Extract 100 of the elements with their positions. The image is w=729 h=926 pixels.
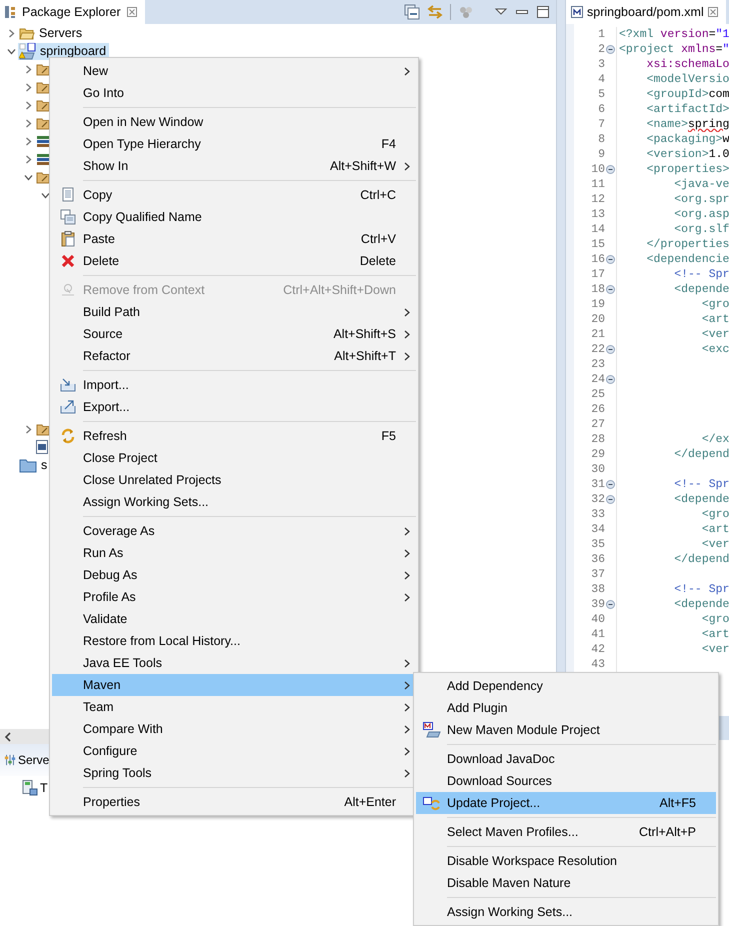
close-icon[interactable]	[708, 7, 718, 17]
chevron-right-icon[interactable]	[24, 154, 32, 164]
code-line: <org.spr	[616, 192, 729, 207]
line-number: 42	[590, 643, 605, 656]
line-number: 40	[590, 613, 605, 626]
menu-item[interactable]: Team	[52, 696, 416, 718]
menu-item[interactable]: Profile As	[52, 586, 416, 608]
dots-icon[interactable]	[458, 4, 474, 20]
chevron-right-icon[interactable]	[24, 82, 32, 92]
menu-item[interactable]: Compare With	[52, 718, 416, 740]
menu-item[interactable]: Source Alt+Shift+S	[52, 323, 416, 345]
menu-item[interactable]: Copy Qualified Name	[52, 206, 416, 228]
editor-tab[interactable]: springboard/pom.xml	[566, 0, 726, 24]
chevron-right-icon[interactable]	[24, 118, 32, 128]
fold-icon[interactable]	[606, 165, 615, 174]
file-icon	[36, 440, 48, 454]
close-icon[interactable]	[126, 7, 137, 17]
code-line: <!-- Spr	[616, 267, 729, 282]
collapse-all-icon[interactable]	[404, 4, 420, 20]
menu-item[interactable]: Show In Alt+Shift+W	[52, 155, 416, 177]
menu-item[interactable]: Spring Tools	[52, 762, 416, 784]
chevron-down-icon[interactable]	[40, 190, 50, 200]
menu-item[interactable]: Copy Ctrl+C	[52, 184, 416, 206]
menu-item[interactable]: Close Unrelated Projects	[52, 469, 416, 491]
shortcut-text: Ctrl+V	[360, 232, 397, 246]
menu-item[interactable]: Java EE Tools	[52, 652, 416, 674]
menu-item[interactable]: Export...	[52, 396, 416, 418]
chevron-right-icon[interactable]	[24, 64, 32, 74]
menu-item[interactable]: Build Path	[52, 301, 416, 323]
fold-icon[interactable]	[606, 285, 615, 294]
menu-item[interactable]: Validate	[52, 608, 416, 630]
menu-item[interactable]: Download JavaDoc	[416, 748, 716, 770]
import-icon	[60, 378, 76, 392]
maximize-icon[interactable]	[536, 5, 550, 19]
chevron-down-icon[interactable]	[24, 172, 32, 182]
tree-item[interactable]: Servers	[18, 24, 86, 42]
code-line: </depend	[616, 447, 729, 462]
menu-item[interactable]: Debug As	[52, 564, 416, 586]
tree-item[interactable]: s	[18, 456, 50, 474]
menu-item[interactable]: Update Project... Alt+F5	[416, 792, 716, 814]
code-line: <java-ve	[616, 177, 729, 192]
document-icon	[60, 187, 74, 203]
menu-item[interactable]: Coverage As	[52, 520, 416, 542]
menu-item[interactable]: Add Dependency	[416, 675, 716, 697]
menu-item[interactable]: Add Plugin	[416, 697, 716, 719]
menu-item[interactable]: Assign Working Sets...	[52, 491, 416, 513]
menu-item[interactable]: Refactor Alt+Shift+T	[52, 345, 416, 367]
code-line: <?xml version="1	[616, 27, 729, 42]
code-line: <ver	[616, 642, 729, 657]
fold-icon[interactable]	[606, 600, 615, 609]
line-number: 35	[590, 538, 605, 551]
line-number: 1	[597, 28, 605, 41]
chevron-right-icon[interactable]	[6, 28, 16, 38]
chevron-down-icon[interactable]	[6, 46, 16, 56]
tree-item[interactable]: T	[22, 780, 48, 796]
menu-item[interactable]: Go Into	[52, 82, 416, 104]
menu-item[interactable]: Download Sources	[416, 770, 716, 792]
line-number: 21	[590, 328, 605, 341]
menu-item[interactable]: Disable Workspace Resolution	[416, 850, 716, 872]
menu-item[interactable]: Run As	[52, 542, 416, 564]
tree-item[interactable]: springboard	[18, 42, 110, 60]
menu-item[interactable]: Configure	[52, 740, 416, 762]
menu-item[interactable]: Refresh F5	[52, 425, 416, 447]
menu-item[interactable]: Select Maven Profiles... Ctrl+Alt+P	[416, 821, 716, 843]
menu-item[interactable]: Paste Ctrl+V	[52, 228, 416, 250]
line-number: 30	[590, 463, 605, 476]
tree-item[interactable]	[35, 438, 51, 456]
fold-icon[interactable]	[606, 45, 615, 54]
fold-icon[interactable]	[606, 255, 615, 264]
menu-item[interactable]: Properties Alt+Enter	[52, 791, 416, 813]
fold-icon[interactable]	[606, 480, 615, 489]
line-number: 19	[590, 298, 605, 311]
view-tab[interactable]: Package Explorer	[0, 0, 145, 24]
fold-icon[interactable]	[606, 375, 615, 384]
fold-icon[interactable]	[606, 345, 615, 354]
menu-item[interactable]: Restore from Local History...	[52, 630, 416, 652]
menu-item[interactable]: Open in New Window	[52, 111, 416, 133]
menu-item[interactable]: Delete Delete	[52, 250, 416, 272]
code-line: <groupId>com	[616, 87, 729, 102]
menu-item[interactable]: Maven	[52, 674, 416, 696]
line-number: 8	[597, 133, 605, 146]
line-number: 26	[590, 403, 605, 416]
code-line: <name>spring	[616, 117, 729, 132]
chevron-right-icon[interactable]	[24, 100, 32, 110]
chevron-right-icon[interactable]	[24, 424, 32, 434]
menu-item[interactable]: Open Type Hierarchy F4	[52, 133, 416, 155]
chevron-right-icon[interactable]	[24, 136, 32, 146]
line-number: 27	[590, 418, 605, 431]
menu-item[interactable]: New	[52, 60, 416, 82]
menu-item[interactable]: Close Project	[52, 447, 416, 469]
menu-item[interactable]: Assign Working Sets...	[416, 901, 716, 923]
menu-item[interactable]: New Maven Module Project	[416, 719, 716, 741]
code-line: <gro	[616, 612, 729, 627]
shortcut-text: F5	[381, 429, 397, 443]
shortcut-text: Alt+Enter	[344, 795, 397, 809]
menu-item[interactable]: Disable Maven Nature	[416, 872, 716, 894]
menu-item[interactable]: Import...	[52, 374, 416, 396]
line-number: 39	[590, 598, 605, 611]
view-tab[interactable]: Serve	[4, 753, 50, 767]
fold-icon[interactable]	[606, 495, 615, 504]
